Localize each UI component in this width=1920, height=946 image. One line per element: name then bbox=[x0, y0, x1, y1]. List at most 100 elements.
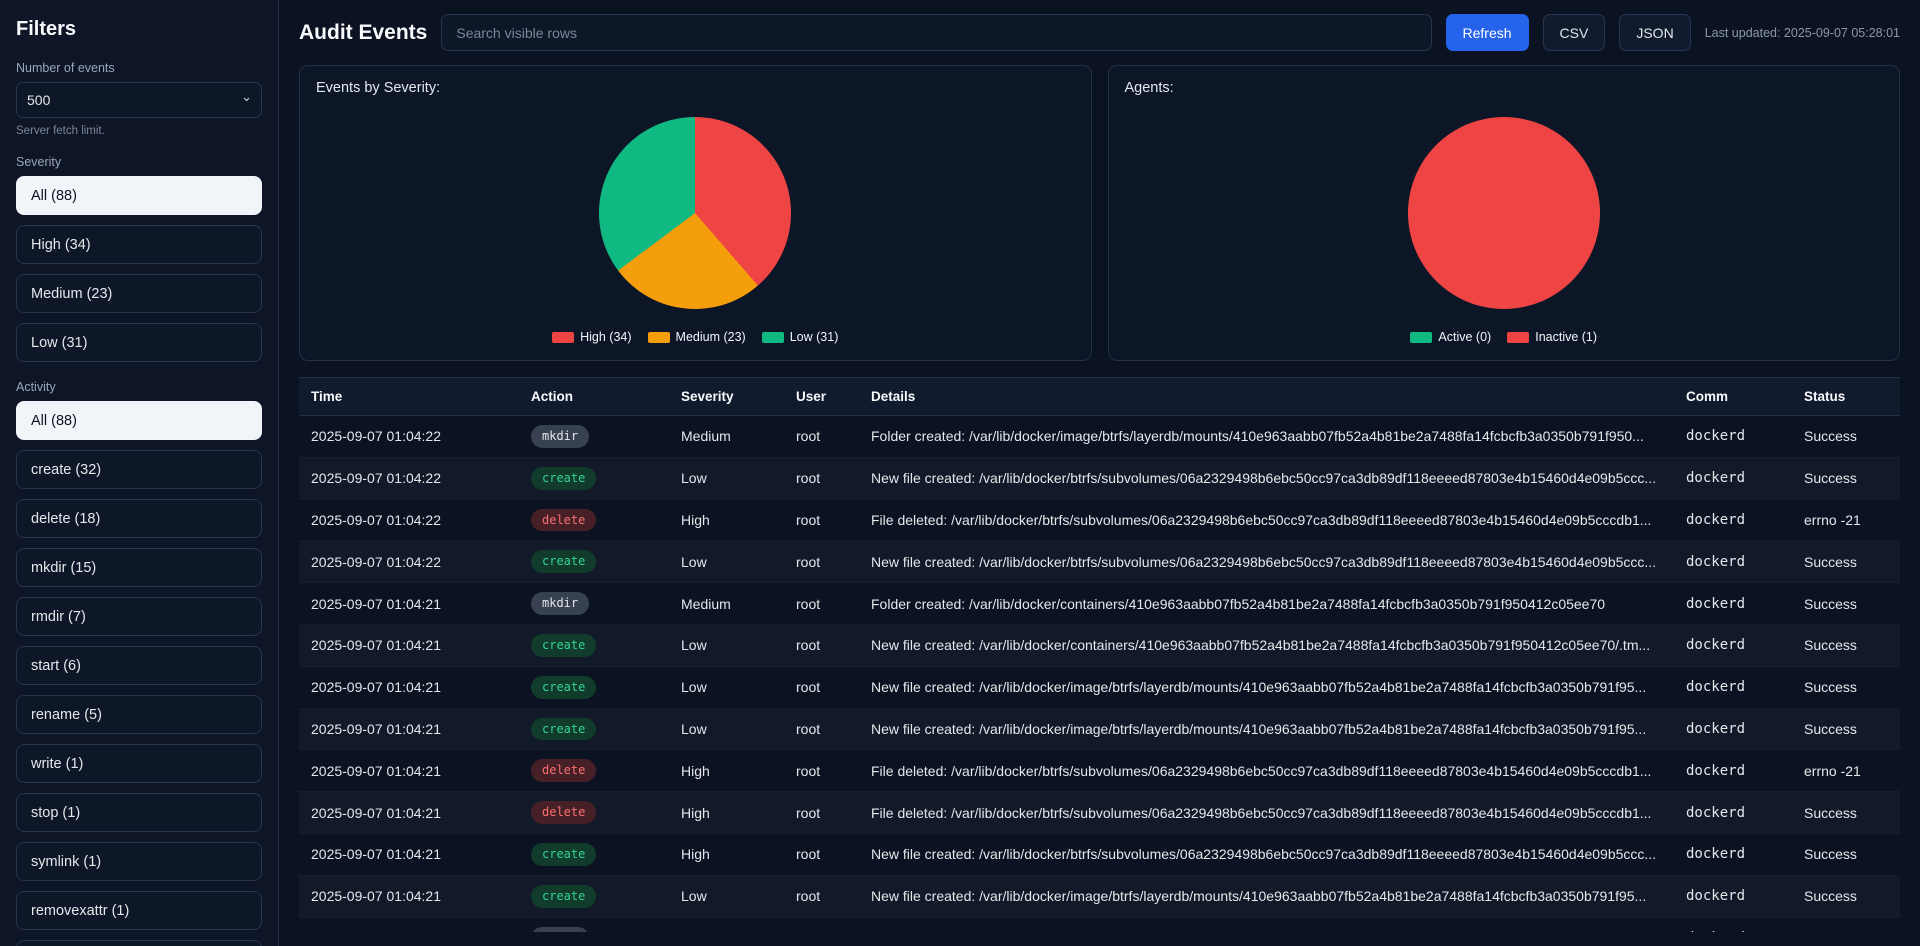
cell-user: root bbox=[784, 583, 859, 625]
cell-severity: Medium bbox=[669, 416, 784, 458]
cell-comm: dockerd bbox=[1674, 499, 1792, 541]
cell-time: 2025-09-07 01:04:22 bbox=[299, 541, 519, 583]
action-badge: delete bbox=[531, 759, 596, 782]
table-row: 2025-09-07 01:04:21createLowrootNew file… bbox=[299, 875, 1900, 917]
cell-status: Success bbox=[1792, 792, 1900, 834]
filter-activity-removexattr-1[interactable]: removexattr (1) bbox=[16, 891, 262, 930]
action-badge: create bbox=[531, 550, 596, 573]
cell-time: 2025-09-07 01:04:21 bbox=[299, 750, 519, 792]
cell-details: New file created: /var/lib/docker/image/… bbox=[859, 875, 1674, 917]
filter-activity-setxattr-1[interactable]: setxattr (1) bbox=[16, 940, 262, 946]
cell-comm: dockerd bbox=[1674, 457, 1792, 499]
cell-comm: dockerd bbox=[1674, 708, 1792, 750]
filter-activity-all-88[interactable]: All (88) bbox=[16, 401, 262, 440]
legend-item-low-31: Low (31) bbox=[762, 330, 839, 344]
cell-time: 2025-09-07 01:04:21 bbox=[299, 708, 519, 750]
legend-swatch bbox=[552, 332, 574, 343]
agents-chart-card: Agents: Active (0)Inactive (1) bbox=[1108, 65, 1901, 361]
csv-export-button[interactable]: CSV bbox=[1543, 14, 1606, 51]
severity-pie-chart bbox=[599, 117, 791, 309]
filter-activity-create-32[interactable]: create (32) bbox=[16, 450, 262, 489]
cell-comm: dockerd bbox=[1674, 416, 1792, 458]
cell-status: errno -21 bbox=[1792, 750, 1900, 792]
cell-action: create bbox=[519, 457, 669, 499]
json-export-button[interactable]: JSON bbox=[1619, 14, 1690, 51]
legend-swatch bbox=[1507, 332, 1529, 343]
cell-action: mkdir bbox=[519, 416, 669, 458]
legend-item-high-34: High (34) bbox=[552, 330, 631, 344]
filter-severity-medium-23[interactable]: Medium (23) bbox=[16, 274, 262, 313]
agents-pie-chart bbox=[1408, 117, 1600, 309]
cell-action: delete bbox=[519, 750, 669, 792]
action-badge: create bbox=[531, 634, 596, 657]
cell-severity: Medium bbox=[669, 917, 784, 932]
action-badge: create bbox=[531, 843, 596, 866]
cell-action: mkdir bbox=[519, 583, 669, 625]
number-of-events-select[interactable]: 500 bbox=[16, 82, 262, 118]
filter-activity-stop-1[interactable]: stop (1) bbox=[16, 793, 262, 832]
legend-swatch bbox=[762, 332, 784, 343]
legend-swatch bbox=[648, 332, 670, 343]
cell-user: root bbox=[784, 833, 859, 875]
table-row: 2025-09-07 01:04:21 delete HighrootFile de… bbox=[299, 792, 1900, 834]
cell-time: 2025-09-07 01:04:21 bbox=[299, 917, 519, 932]
cell-action: mkdir bbox=[519, 917, 669, 932]
filter-activity-symlink-1[interactable]: symlink (1) bbox=[16, 842, 262, 881]
cell-severity: Medium bbox=[669, 583, 784, 625]
cell-status: Success bbox=[1792, 875, 1900, 917]
cell-status: Success bbox=[1792, 416, 1900, 458]
agents-chart-legend: Active (0) Inactive (1) bbox=[1125, 330, 1884, 346]
main-content: Audit Events Refresh CSV JSON Last updat… bbox=[279, 0, 1920, 946]
filter-severity-all-88[interactable]: All (88) bbox=[16, 176, 262, 215]
table-row: 2025-09-07 01:04:22mkdirMediumrootFolder… bbox=[299, 416, 1900, 458]
filter-severity-low-31[interactable]: Low (31) bbox=[16, 323, 262, 362]
cell-severity: High bbox=[669, 750, 784, 792]
cell-severity: Low bbox=[669, 666, 784, 708]
cell-severity: High bbox=[669, 833, 784, 875]
table-row: 2025-09-07 01:04:22deleteHighrootFile de… bbox=[299, 499, 1900, 541]
cell-details: New file created: /var/lib/docker/btrfs/… bbox=[859, 541, 1674, 583]
action-badge: mkdir bbox=[531, 425, 589, 448]
filter-activity-rmdir-7[interactable]: rmdir (7) bbox=[16, 597, 262, 636]
action-badge: delete bbox=[531, 801, 596, 824]
cell-details: New file created: /var/lib/docker/contai… bbox=[859, 624, 1674, 666]
filter-activity-rename-5[interactable]: rename (5) bbox=[16, 695, 262, 734]
cell-time: 2025-09-07 01:04:22 bbox=[299, 457, 519, 499]
legend-label: Inactive (1) bbox=[1535, 330, 1597, 344]
cell-details: Folder created: /var/lib/docker/image/bt… bbox=[859, 416, 1674, 458]
cell-user: root bbox=[784, 541, 859, 583]
cell-time: 2025-09-07 01:04:21 bbox=[299, 666, 519, 708]
filter-severity-high-34[interactable]: High (34) bbox=[16, 225, 262, 264]
cell-details: File deleted: /var/lib/docker/btrfs/subv… bbox=[859, 792, 1674, 834]
action-badge: create bbox=[531, 718, 596, 741]
action-badge: delete bbox=[531, 509, 596, 532]
search-input[interactable] bbox=[441, 14, 1431, 51]
column-header-severity: Severity bbox=[669, 378, 784, 416]
cell-user: root bbox=[784, 499, 859, 541]
legend-item-inactive-1: Inactive (1) bbox=[1507, 330, 1597, 344]
filter-activity-mkdir-15[interactable]: mkdir (15) bbox=[16, 548, 262, 587]
cell-status: Success bbox=[1792, 624, 1900, 666]
cell-action: create bbox=[519, 541, 669, 583]
severity-filter-list: All (88) High (34) Medium (23) Low (31) bbox=[16, 176, 262, 362]
severity-chart-card: Events by Severity: High (34)Medium (23)… bbox=[299, 65, 1092, 361]
cell-comm: dockerd bbox=[1674, 833, 1792, 875]
cell-status: Success bbox=[1792, 833, 1900, 875]
cell-status: Success bbox=[1792, 457, 1900, 499]
legend-label: Active (0) bbox=[1438, 330, 1491, 344]
column-header-action: Action bbox=[519, 378, 669, 416]
cell-status: Success bbox=[1792, 666, 1900, 708]
cell-action: delete bbox=[519, 499, 669, 541]
cell-time: 2025-09-07 01:04:21 bbox=[299, 792, 519, 834]
filter-activity-delete-18[interactable]: delete (18) bbox=[16, 499, 262, 538]
cell-comm: dockerd bbox=[1674, 666, 1792, 708]
refresh-button[interactable]: Refresh bbox=[1446, 14, 1529, 51]
cell-status: Success bbox=[1792, 917, 1900, 932]
legend-item-active-0: Active (0) bbox=[1410, 330, 1491, 344]
cell-user: root bbox=[784, 792, 859, 834]
filter-activity-start-6[interactable]: start (6) bbox=[16, 646, 262, 685]
filter-activity-write-1[interactable]: write (1) bbox=[16, 744, 262, 783]
cell-details: New file created: /var/lib/docker/btrfs/… bbox=[859, 457, 1674, 499]
cell-severity: High bbox=[669, 792, 784, 834]
cell-status: errno -21 bbox=[1792, 499, 1900, 541]
